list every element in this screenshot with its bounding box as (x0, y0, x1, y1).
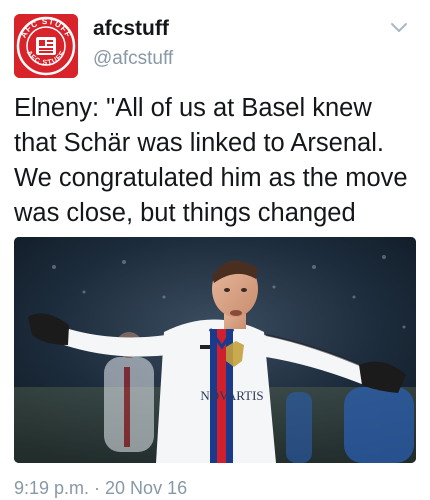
display-name[interactable]: afcstuff (93, 17, 169, 41)
chevron-down-icon[interactable] (390, 22, 408, 34)
tweet-timestamp[interactable]: 9:19 p.m. · 20 Nov 16 (14, 478, 187, 499)
player-photo: NOVARTIS (14, 237, 416, 463)
shirt-sponsor: NOVARTIS (200, 388, 263, 403)
afc-stuff-logo-icon: AFC STUFF AFC STUFF (14, 14, 78, 78)
tweet-photo[interactable]: NOVARTIS (14, 237, 416, 463)
avatar[interactable]: AFC STUFF AFC STUFF (14, 14, 78, 78)
user-handle[interactable]: @afcstuff (93, 48, 173, 70)
